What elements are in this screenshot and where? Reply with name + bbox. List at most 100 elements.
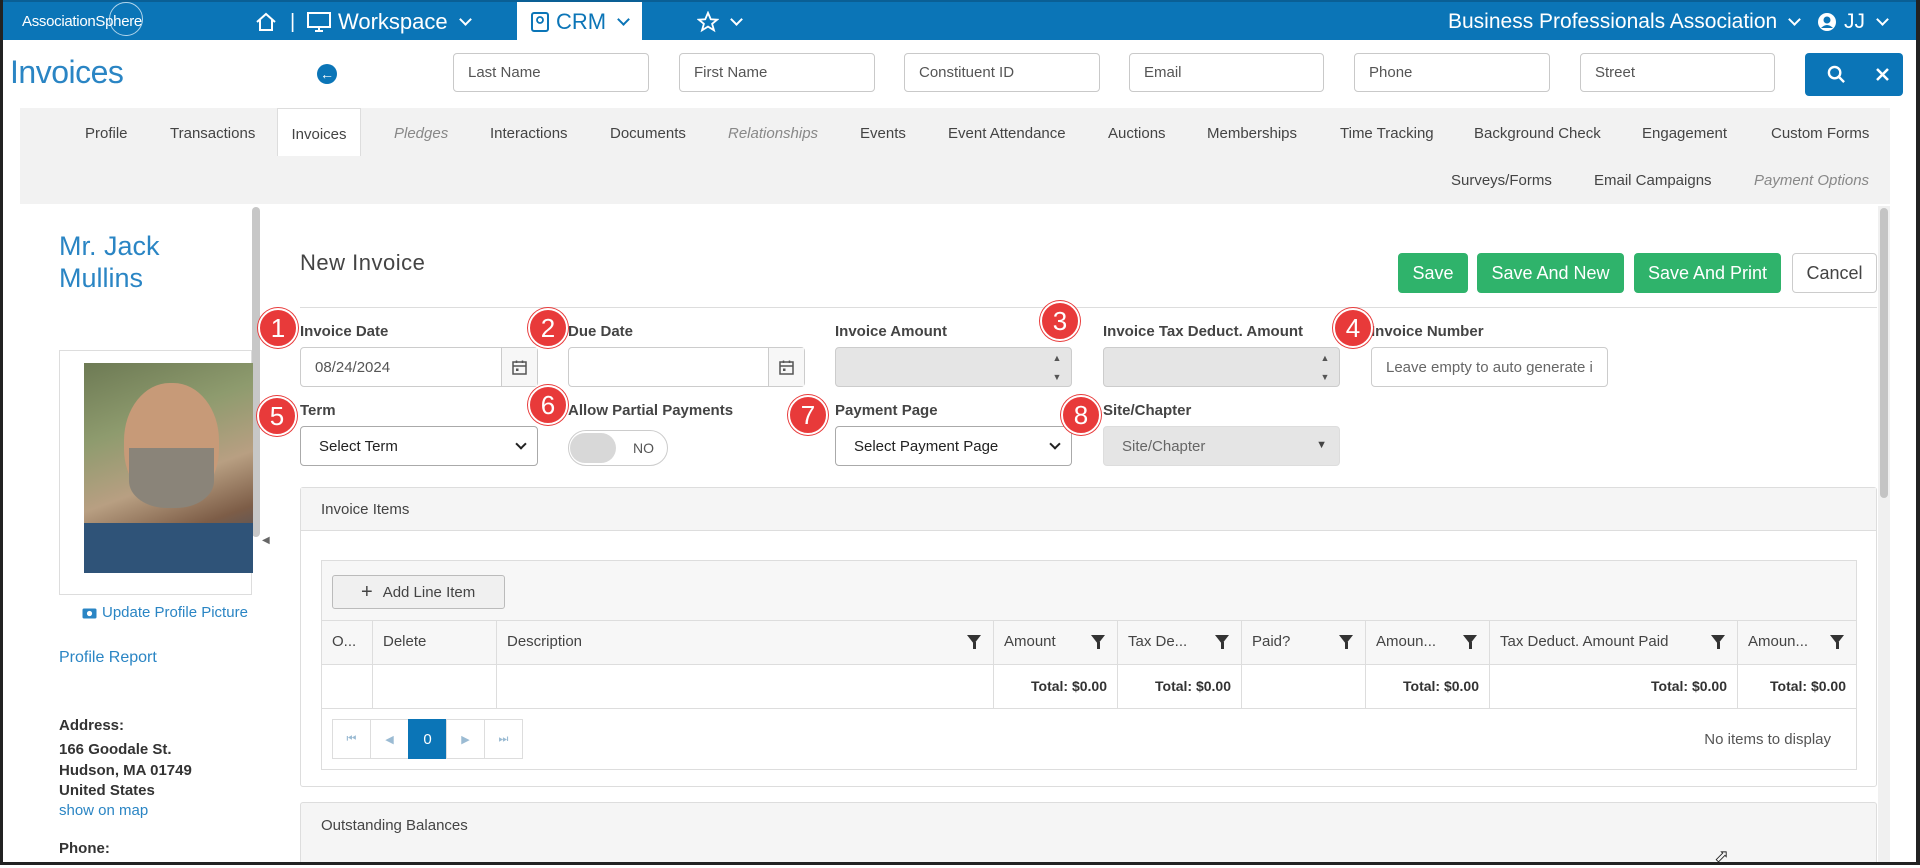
tab-transactions[interactable]: Transactions — [170, 125, 255, 142]
filter-icon[interactable] — [1091, 635, 1105, 649]
number-spinner[interactable]: ▲ ▼ — [1311, 348, 1339, 386]
add-line-item-button[interactable]: + Add Line Item — [332, 575, 505, 609]
tab-surveys-forms[interactable]: Surveys/Forms — [1451, 172, 1552, 189]
save-and-print-button[interactable]: Save And Print — [1634, 253, 1781, 293]
col-amount-paid[interactable]: Amoun... — [1366, 621, 1490, 664]
tax-deduct-amount-input[interactable]: ▲ ▼ — [1103, 347, 1340, 387]
profile-report-link[interactable]: Profile Report — [59, 649, 157, 667]
filter-icon[interactable] — [1215, 635, 1229, 649]
sidebar-scrollbar[interactable] — [252, 207, 260, 537]
next-page-icon[interactable]: ▶ — [446, 719, 485, 759]
spin-up-icon[interactable]: ▲ — [1321, 353, 1330, 363]
tab-pledges[interactable]: Pledges — [394, 125, 448, 142]
tab-time-tracking[interactable]: Time Tracking — [1340, 125, 1434, 142]
tab-profile[interactable]: Profile — [85, 125, 128, 142]
search-last-name-input[interactable]: Last Name — [453, 53, 649, 92]
main-scrollbar[interactable] — [1878, 206, 1890, 868]
app-logo[interactable]: AssociationSphere — [22, 2, 143, 36]
tab-engagement[interactable]: Engagement — [1642, 125, 1727, 142]
filter-icon[interactable] — [1830, 635, 1844, 649]
scrollbar-thumb[interactable] — [1880, 208, 1888, 498]
address-line-1: 166 Goodale St. — [59, 741, 172, 758]
home-icon[interactable] — [255, 2, 277, 42]
col-description[interactable]: Description — [497, 621, 994, 664]
col-amount-paid-label: Amoun... — [1376, 633, 1437, 650]
tab-auctions[interactable]: Auctions — [1108, 125, 1166, 142]
calendar-icon[interactable] — [768, 348, 804, 386]
chevron-down-icon — [458, 12, 472, 26]
show-on-map-link[interactable]: show on map — [59, 802, 148, 819]
col-amount-due[interactable]: Amoun... — [1738, 621, 1856, 664]
col-order[interactable]: O... — [322, 621, 373, 664]
name-line-1: Mr. Jack — [59, 231, 160, 261]
favorites-menu[interactable] — [697, 2, 743, 42]
outstanding-balances-title: Outstanding Balances — [321, 817, 468, 834]
payment-page-select[interactable]: Select Payment Page — [835, 426, 1072, 466]
col-delete[interactable]: Delete — [373, 621, 497, 664]
current-page[interactable]: 0 — [408, 719, 447, 759]
workspace-label: Workspace — [338, 9, 448, 34]
allow-partial-payments-toggle[interactable]: NO — [568, 430, 668, 466]
term-value: Select Term — [319, 438, 398, 455]
save-and-new-button[interactable]: Save And New — [1477, 253, 1624, 293]
first-page-icon[interactable]: ⏮ — [332, 719, 371, 759]
col-paid[interactable]: Paid? — [1242, 621, 1366, 664]
grid-pager: ⏮ ◀ 0 ▶ ⏭ — [332, 719, 523, 759]
filter-icon[interactable] — [1711, 635, 1725, 649]
window-border-right — [1916, 0, 1920, 868]
no-items-message: No items to display — [1704, 731, 1831, 748]
search-button[interactable] — [1805, 53, 1903, 96]
organization-menu[interactable]: Business Professionals Association — [1448, 2, 1802, 42]
workspace-menu[interactable]: Workspace — [307, 2, 472, 42]
search-street-input[interactable]: Street — [1580, 53, 1775, 92]
tab-memberships[interactable]: Memberships — [1207, 125, 1297, 142]
filter-icon[interactable] — [1339, 635, 1353, 649]
crm-menu[interactable]: CRM — [517, 2, 643, 42]
col-amount[interactable]: Amount — [994, 621, 1118, 664]
payment-page-label: Payment Page — [835, 402, 938, 419]
spin-up-icon[interactable]: ▲ — [1053, 353, 1062, 363]
annotation-badge-8: 8 — [1061, 395, 1101, 435]
user-menu[interactable]: JJ — [1817, 2, 1889, 42]
tab-invoices[interactable]: Invoices — [277, 108, 361, 156]
tab-background-check[interactable]: Background Check — [1474, 125, 1601, 142]
invoice-date-input[interactable]: 08/24/2024 — [300, 347, 538, 387]
tab-events[interactable]: Events — [860, 125, 906, 142]
due-date-input[interactable] — [568, 347, 805, 387]
term-select[interactable]: Select Term — [300, 426, 538, 466]
update-profile-picture-link[interactable]: Update Profile Picture — [82, 604, 248, 621]
search-first-name-input[interactable]: First Name — [679, 53, 875, 92]
back-arrow-icon[interactable]: ← — [317, 64, 337, 84]
save-button[interactable]: Save — [1398, 253, 1468, 293]
cancel-button[interactable]: Cancel — [1792, 253, 1877, 293]
col-tax-deduct-paid[interactable]: Tax Deduct. Amount Paid — [1490, 621, 1738, 664]
last-page-icon[interactable]: ⏭ — [484, 719, 523, 759]
spin-down-icon[interactable]: ▼ — [1321, 372, 1330, 382]
col-tax-deduct[interactable]: Tax De... — [1118, 621, 1242, 664]
crm-label: CRM — [556, 9, 607, 34]
number-spinner[interactable]: ▲ ▼ — [1043, 348, 1071, 386]
user-initials: JJ — [1844, 10, 1865, 33]
tab-payment-options[interactable]: Payment Options — [1754, 172, 1869, 189]
tab-interactions[interactable]: Interactions — [490, 125, 568, 142]
search-constituent-id-input[interactable]: Constituent ID — [904, 53, 1100, 92]
tab-event-attendance[interactable]: Event Attendance — [948, 125, 1066, 142]
collapse-sidebar-icon[interactable]: ◀ — [262, 535, 270, 546]
spin-down-icon[interactable]: ▼ — [1053, 372, 1062, 382]
search-phone-input[interactable]: Phone — [1354, 53, 1550, 92]
tab-relationships[interactable]: Relationships — [728, 125, 818, 142]
grid-toolbar: + Add Line Item — [322, 561, 1856, 621]
filter-icon[interactable] — [1463, 635, 1477, 649]
filter-icon[interactable] — [967, 635, 981, 649]
close-icon[interactable] — [1875, 67, 1890, 82]
prev-page-icon[interactable]: ◀ — [370, 719, 409, 759]
invoice-number-input[interactable]: Leave empty to auto generate i — [1371, 347, 1608, 387]
star-icon — [697, 11, 719, 33]
tab-email-campaigns[interactable]: Email Campaigns — [1594, 172, 1712, 189]
site-chapter-select[interactable]: Site/Chapter ▼ — [1103, 426, 1340, 466]
search-email-input[interactable]: Email — [1129, 53, 1324, 92]
calendar-icon[interactable] — [501, 348, 537, 386]
tab-documents[interactable]: Documents — [610, 125, 686, 142]
invoice-amount-input[interactable]: ▲ ▼ — [835, 347, 1072, 387]
tab-custom-forms[interactable]: Custom Forms — [1771, 125, 1869, 142]
